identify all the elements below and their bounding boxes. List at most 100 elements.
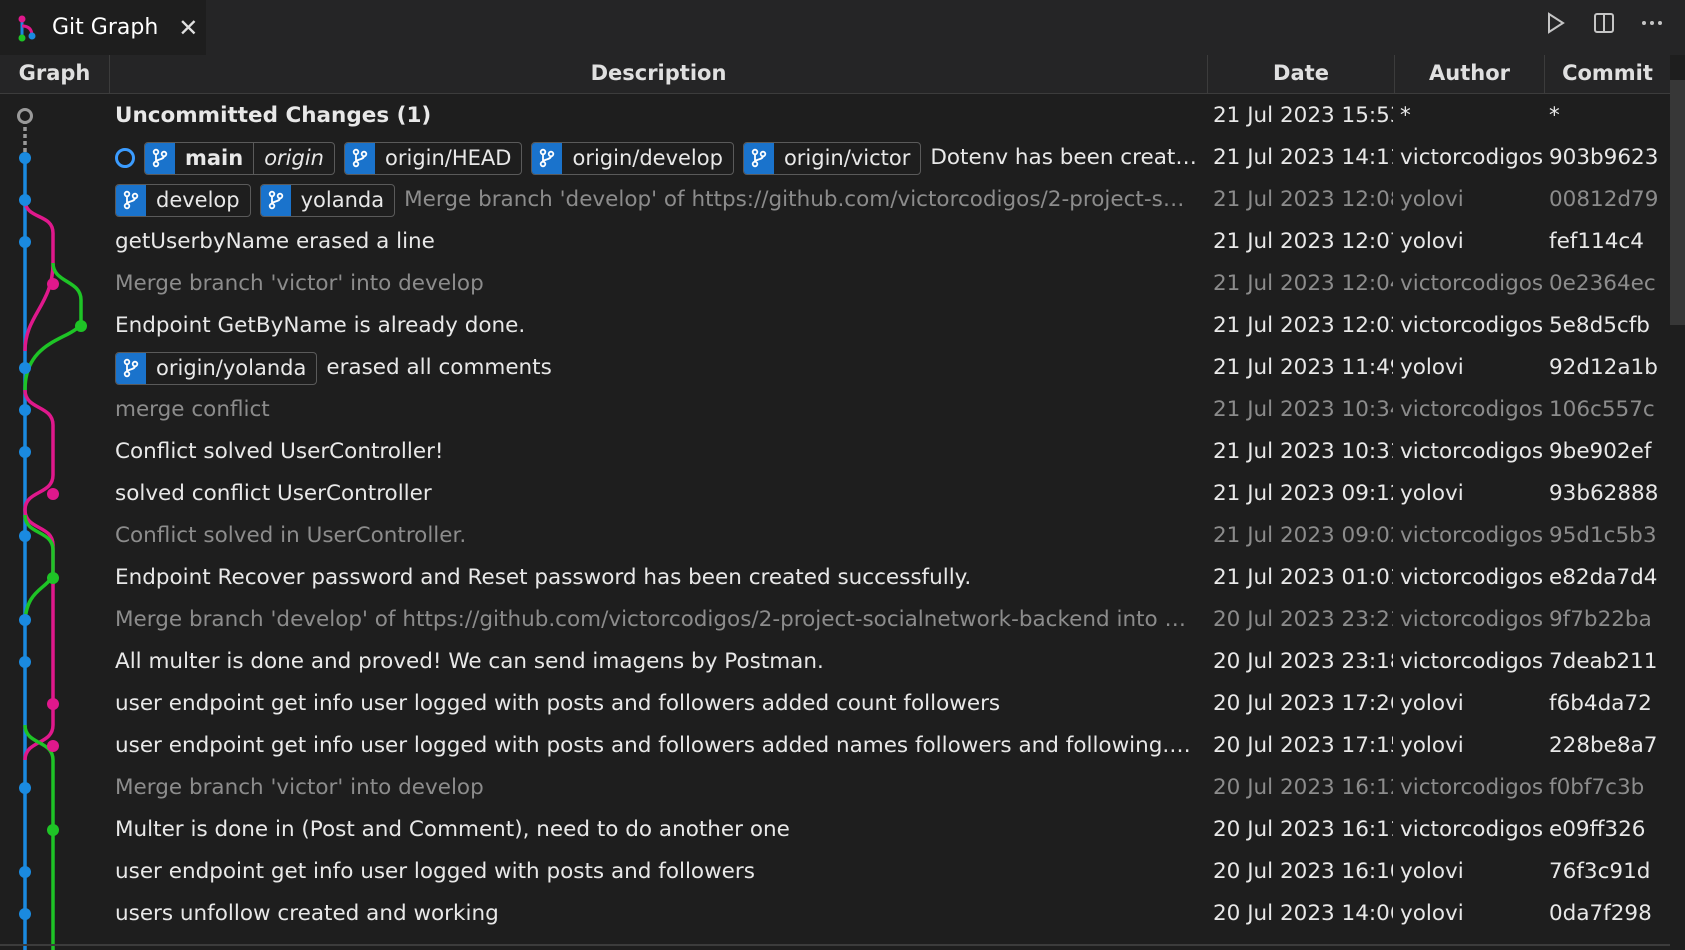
commit-message: Conflict solved UserController! xyxy=(115,439,444,464)
column-date[interactable]: Date xyxy=(1208,55,1395,93)
table-row[interactable]: develop yolanda Merge branch 'develop' o… xyxy=(0,179,1670,221)
commit-message: Endpoint Recover password and Reset pass… xyxy=(115,565,972,590)
commit-message: Dotenv has been created succ... xyxy=(930,145,1197,170)
commit-message: getUserbyName erased a line xyxy=(115,229,435,254)
table-row[interactable]: users unfollow created and working 20 Ju… xyxy=(0,893,1670,935)
split-editor-icon[interactable] xyxy=(1591,10,1617,36)
branch-label-develop[interactable]: develop xyxy=(115,183,251,217)
branch-icon xyxy=(532,142,563,174)
table-row[interactable]: getUserbyName erased a line 21 Jul 2023 … xyxy=(0,221,1670,263)
commit-hash: 0e2364ec xyxy=(1549,271,1656,296)
commit-message: user endpoint get info user logged with … xyxy=(115,691,1001,716)
commit-message: Merge branch 'victor' into develop xyxy=(115,271,484,296)
table-row[interactable]: Conflict solved in UserController. 21 Ju… xyxy=(0,515,1670,557)
editor-tab-bar: Git Graph ✕ xyxy=(0,0,1685,56)
table-row[interactable]: All multer is done and proved! We can se… xyxy=(0,641,1670,683)
table-row[interactable]: Endpoint Recover password and Reset pass… xyxy=(0,557,1670,599)
table-row[interactable]: user endpoint get info user logged with … xyxy=(0,683,1670,725)
more-actions-icon[interactable] xyxy=(1639,10,1665,36)
commit-author: yolovi xyxy=(1400,901,1464,926)
table-row-uncommitted[interactable]: Uncommitted Changes (1) 21 Jul 2023 15:5… xyxy=(0,95,1670,137)
table-row[interactable]: origin/yolanda erased all comments 21 Ju… xyxy=(0,347,1670,389)
table-row[interactable]: main origin origin/HEAD origin/develop o… xyxy=(0,137,1670,179)
table-row[interactable]: Multer is done in (Post and Comment), ne… xyxy=(0,809,1670,851)
close-icon[interactable]: ✕ xyxy=(178,14,198,42)
commit-date: 20 Jul 2023 16:12 xyxy=(1213,775,1393,800)
editor-actions xyxy=(1543,10,1665,36)
table-row[interactable]: user endpoint get info user logged with … xyxy=(0,725,1670,767)
commit-hash: f0bf7c3b xyxy=(1549,775,1645,800)
table-row[interactable]: Endpoint GetByName is already done. 21 J… xyxy=(0,305,1670,347)
table-row[interactable]: Conflict solved UserController! 21 Jul 2… xyxy=(0,431,1670,473)
commit-date: 21 Jul 2023 14:11 xyxy=(1213,145,1393,170)
commit-message: Endpoint GetByName is already done. xyxy=(115,313,526,338)
commit-author: victorcodigos xyxy=(1400,145,1544,170)
commit-author: victorcodigos xyxy=(1400,775,1544,800)
branch-icon xyxy=(260,184,291,216)
commit-message: user endpoint get info user logged with … xyxy=(115,733,1197,758)
table-row[interactable]: Merge branch 'develop' of https://github… xyxy=(0,599,1670,641)
table-header: Graph Description Date Author Commit xyxy=(0,55,1670,94)
commit-hash: 0da7f298 xyxy=(1549,901,1652,926)
branch-label-origin-yolanda[interactable]: origin/yolanda xyxy=(115,351,318,385)
commit-author: * xyxy=(1400,103,1411,128)
commit-hash: fef114c4 xyxy=(1549,229,1644,254)
tab-git-graph[interactable]: Git Graph ✕ xyxy=(0,0,206,55)
branch-icon xyxy=(116,352,146,384)
commit-author: yolovi xyxy=(1400,481,1464,506)
table-row[interactable]: merge conflict 21 Jul 2023 10:34 victorc… xyxy=(0,389,1670,431)
commit-author: yolovi xyxy=(1400,691,1464,716)
commit-author: victorcodigos xyxy=(1400,397,1544,422)
commit-message: Multer is done in (Post and Comment), ne… xyxy=(115,817,790,842)
commit-date: 21 Jul 2023 01:01 xyxy=(1213,565,1393,590)
commit-date: 20 Jul 2023 14:06 xyxy=(1213,901,1393,926)
commit-date: 21 Jul 2023 10:31 xyxy=(1213,439,1393,464)
branch-label-main[interactable]: main origin xyxy=(144,141,335,175)
commit-author: victorcodigos xyxy=(1400,565,1544,590)
commit-author: yolovi xyxy=(1400,187,1464,212)
commit-hash: 92d12a1b xyxy=(1549,355,1658,380)
commit-hash: e82da7d4 xyxy=(1549,565,1658,590)
commit-date: 20 Jul 2023 16:10 xyxy=(1213,859,1393,884)
column-commit[interactable]: Commit xyxy=(1545,55,1670,93)
table-row[interactable]: Merge branch 'victor' into develop 20 Ju… xyxy=(0,767,1670,809)
commit-message: Uncommitted Changes (1) xyxy=(115,103,432,128)
commit-date: 21 Jul 2023 12:04 xyxy=(1213,271,1393,296)
commit-hash: e09ff326 xyxy=(1549,817,1646,842)
commit-list: Uncommitted Changes (1) 21 Jul 2023 15:5… xyxy=(0,95,1670,950)
branch-label-origin-head[interactable]: origin/HEAD xyxy=(344,141,523,175)
commit-author: victorcodigos xyxy=(1400,523,1544,548)
scrollbar-thumb[interactable] xyxy=(1670,80,1685,325)
table-row[interactable]: user endpoint get info user logged with … xyxy=(0,851,1670,893)
commit-hash: * xyxy=(1549,103,1560,128)
branch-label-yolanda[interactable]: yolanda xyxy=(259,183,396,217)
commit-author: yolovi xyxy=(1400,229,1464,254)
commit-hash: 00812d79 xyxy=(1549,187,1659,212)
head-indicator-icon xyxy=(115,148,135,168)
commit-date: 21 Jul 2023 12:07 xyxy=(1213,229,1393,254)
commit-hash: 903b9623 xyxy=(1549,145,1659,170)
commit-date: 20 Jul 2023 16:11 xyxy=(1213,817,1393,842)
commit-hash: 76f3c91d xyxy=(1549,859,1651,884)
commit-author: yolovi xyxy=(1400,733,1464,758)
column-description[interactable]: Description xyxy=(110,55,1208,93)
commit-message: user endpoint get info user logged with … xyxy=(115,859,755,884)
branch-icon xyxy=(743,142,774,174)
branch-label-origin-victor[interactable]: origin/victor xyxy=(742,141,922,175)
commit-date: 21 Jul 2023 10:34 xyxy=(1213,397,1393,422)
commit-message: Merge branch 'victor' into develop xyxy=(115,775,484,800)
table-row[interactable]: solved conflict UserController 21 Jul 20… xyxy=(0,473,1670,515)
table-row[interactable]: Merge branch 'victor' into develop 21 Ju… xyxy=(0,263,1670,305)
run-icon[interactable] xyxy=(1543,10,1569,36)
commit-author: victorcodigos xyxy=(1400,607,1544,632)
commit-author: victorcodigos xyxy=(1400,439,1544,464)
column-graph[interactable]: Graph xyxy=(0,55,110,93)
commit-date: 21 Jul 2023 09:12 xyxy=(1213,481,1393,506)
branch-label-origin-develop[interactable]: origin/develop xyxy=(531,141,734,175)
commit-date: 20 Jul 2023 23:18 xyxy=(1213,649,1393,674)
commit-message: Merge branch 'develop' of https://github… xyxy=(404,187,1197,212)
column-author[interactable]: Author xyxy=(1395,55,1545,93)
commit-hash: 95d1c5b3 xyxy=(1549,523,1657,548)
git-graph-icon xyxy=(18,15,36,41)
commit-date: 21 Jul 2023 15:53 xyxy=(1213,103,1393,128)
